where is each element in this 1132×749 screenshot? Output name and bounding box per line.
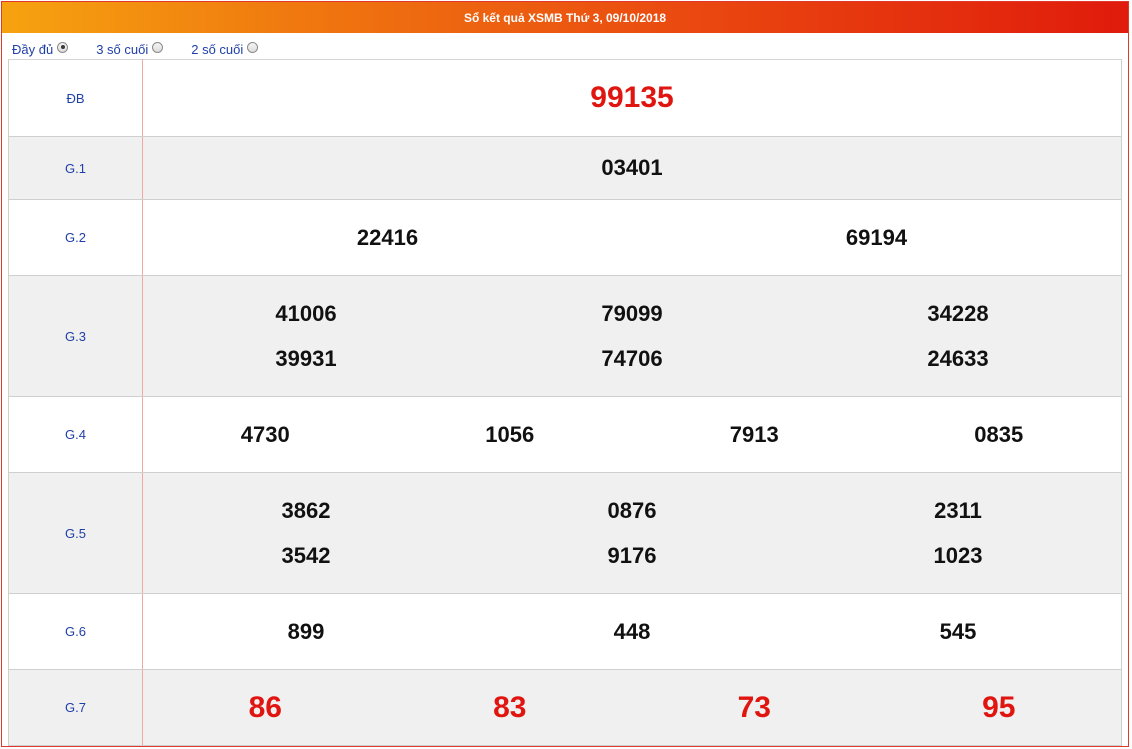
radio-full[interactable] xyxy=(57,41,69,53)
prize-number: 39931 xyxy=(275,345,337,371)
prize-number: 69194 xyxy=(845,224,908,250)
prize-number: 0835 xyxy=(974,421,1024,447)
prize-number-highlight: 95 xyxy=(982,690,1016,724)
option-full[interactable]: Đầy đủ xyxy=(12,41,69,57)
prize-number: 1056 xyxy=(485,421,535,447)
display-options: Đầy đủ 3 số cuối 2 số cuối xyxy=(12,39,259,59)
prize-number: 0876 xyxy=(607,497,657,523)
prize-number: 2311 xyxy=(934,497,982,523)
radio-last-3[interactable] xyxy=(152,41,164,53)
prize-label: G.6 xyxy=(8,593,143,670)
prize-label: G.1 xyxy=(8,136,143,200)
prize-number: 1023 xyxy=(933,542,983,568)
option-last-2-label: 2 số cuối xyxy=(191,41,244,57)
prize-number: 22416 xyxy=(356,224,419,250)
prize-number: 79099 xyxy=(601,300,663,326)
prize-label: G.4 xyxy=(8,396,143,473)
prize-label: G.3 xyxy=(8,275,143,397)
prize-label: G.7 xyxy=(8,669,143,746)
prize-number: 24633 xyxy=(927,345,989,371)
prize-label: ĐB xyxy=(8,59,143,137)
prize-label: G.2 xyxy=(8,199,143,276)
option-last-3-label: 3 số cuối xyxy=(96,41,149,57)
prize-row-g2: G.2 22416 69194 xyxy=(8,199,1122,276)
prize-row-g4: G.4 4730 1056 7913 0835 xyxy=(8,396,1122,473)
prize-row-g5: G.5 3862 0876 2311 3542 9176 1023 xyxy=(8,472,1122,594)
prize-number: 34228 xyxy=(927,300,989,326)
prize-number-highlight: 73 xyxy=(737,690,771,724)
prize-number: 899 xyxy=(287,618,325,644)
prize-number-highlight: 86 xyxy=(248,690,282,724)
prize-number: 7913 xyxy=(729,421,779,447)
prize-number: 41006 xyxy=(275,300,337,326)
prize-row-g7: G.7 86 83 73 95 xyxy=(8,669,1122,746)
prize-number: 3862 xyxy=(281,497,331,523)
results-table: ĐB 99135 G.1 03401 G.2 22416 69194 G.3 4… xyxy=(8,59,1122,746)
prize-row-g3: G.3 41006 79099 34228 39931 74706 24633 xyxy=(8,275,1122,397)
option-full-label: Đầy đủ xyxy=(12,41,54,57)
prize-number: 3542 xyxy=(281,542,331,568)
prize-number: 9176 xyxy=(607,542,657,568)
panel-title: Sổ kết quả XSMB Thứ 3, 09/10/2018 xyxy=(2,2,1128,33)
prize-row-g6: G.6 899 448 545 xyxy=(8,593,1122,670)
radio-last-2[interactable] xyxy=(247,41,259,53)
prize-number: 03401 xyxy=(601,155,663,180)
option-last-3[interactable]: 3 số cuối xyxy=(96,41,164,57)
prize-row-special: ĐB 99135 xyxy=(8,59,1122,137)
prize-number-highlight: 83 xyxy=(493,690,527,724)
prize-label: G.5 xyxy=(8,472,143,594)
prize-number: 545 xyxy=(939,618,977,644)
special-prize-number: 99135 xyxy=(590,81,674,114)
option-last-2[interactable]: 2 số cuối xyxy=(191,41,259,57)
prize-number: 74706 xyxy=(601,345,663,371)
prize-number: 4730 xyxy=(240,421,290,447)
prize-row-g1: G.1 03401 xyxy=(8,136,1122,200)
prize-number: 448 xyxy=(613,618,651,644)
